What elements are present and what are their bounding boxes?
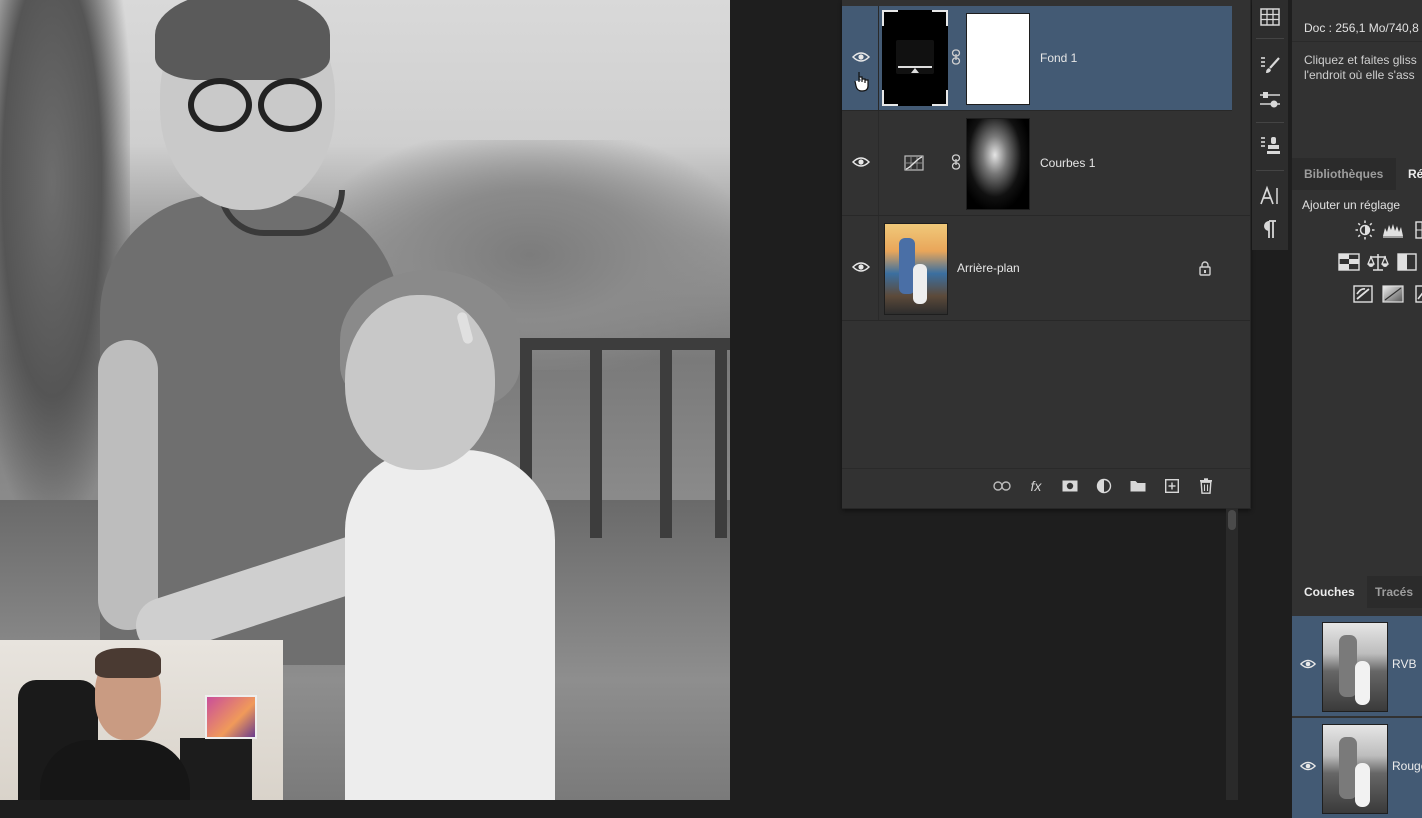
mask-icon[interactable]	[1060, 476, 1080, 496]
layer-name[interactable]: Fond 1	[1040, 51, 1077, 65]
brush-preset-icon[interactable]	[1258, 54, 1282, 78]
layers-list: Fond 1 Courbes 1 Arrière-plan	[842, 6, 1250, 321]
right-panel-dock: Doc : 256,1 Mo/740,8 Cliquez et faites g…	[1292, 0, 1422, 818]
scrollbar-thumb[interactable]	[1228, 510, 1236, 530]
channels-tab-bar: Couches Tracés	[1292, 576, 1422, 608]
channel-row-rouge[interactable]: Rouge	[1292, 718, 1422, 818]
exposure-icon[interactable]	[1338, 252, 1360, 272]
girl-shirt	[345, 450, 555, 800]
channel-thumbnail	[1322, 724, 1388, 814]
levels-icon[interactable]	[1382, 220, 1404, 240]
boy-arm	[98, 340, 158, 630]
visibility-separator	[878, 111, 879, 215]
paragraph-icon[interactable]	[1258, 217, 1282, 241]
bw-icon[interactable]	[1396, 252, 1418, 272]
visibility-eye-icon[interactable]	[850, 48, 872, 66]
tab-couches[interactable]: Couches	[1292, 576, 1367, 608]
visibility-eye-icon[interactable]	[1299, 759, 1318, 773]
chain-link-icon[interactable]	[950, 153, 962, 171]
folder-icon[interactable]	[1128, 476, 1148, 496]
new-layer-icon[interactable]	[1162, 476, 1182, 496]
trash-icon[interactable]	[1196, 476, 1216, 496]
color-balance-icon[interactable]	[1367, 252, 1389, 272]
visibility-separator	[878, 6, 879, 110]
layers-panel: Fond 1 Courbes 1 Arrière-plan fx	[842, 0, 1251, 509]
channel-name: RVB	[1392, 657, 1417, 671]
layer-mask-thumbnail[interactable]	[966, 13, 1030, 105]
curves-adjustment-icon[interactable]	[904, 153, 924, 173]
tool-hint-text: Cliquez et faites gliss l'endroit où ell…	[1304, 53, 1417, 82]
wall-art	[205, 695, 257, 739]
layer-name[interactable]: Arrière-plan	[957, 261, 1020, 275]
background-layer-thumbnail[interactable]	[884, 223, 948, 315]
selective-color-icon[interactable]	[1410, 284, 1422, 304]
libraries-tab-bar: Bibliothèques Ré	[1292, 158, 1422, 190]
visibility-separator	[878, 216, 879, 320]
layer-row-fond-1[interactable]: Fond 1	[842, 6, 1232, 111]
info-panel: Doc : 256,1 Mo/740,8 Cliquez et faites g…	[1292, 0, 1422, 155]
link-icon[interactable]	[992, 476, 1012, 496]
adjustment-icon[interactable]	[1094, 476, 1114, 496]
girl-face	[345, 295, 495, 470]
panel-tool-strip	[1252, 0, 1288, 250]
curves-icon[interactable]	[1410, 220, 1422, 240]
channel-name: Rouge	[1392, 759, 1422, 773]
panel-scrollbar[interactable]	[1226, 508, 1238, 800]
chain-link-icon[interactable]	[950, 48, 962, 66]
visibility-eye-icon[interactable]	[850, 258, 872, 276]
solid-fill-icon	[896, 40, 934, 74]
presenter-webcam	[0, 640, 283, 800]
presenter-hair	[95, 648, 161, 678]
layer-name[interactable]: Courbes 1	[1040, 156, 1095, 170]
invert-icon[interactable]	[1352, 284, 1374, 304]
info-divider	[1292, 41, 1422, 42]
hand-cursor-icon	[854, 70, 870, 92]
boy-hair	[155, 0, 330, 80]
shelf	[180, 738, 252, 800]
tab-reglages[interactable]: Ré	[1396, 158, 1422, 190]
brightness-icon[interactable]	[1354, 220, 1376, 240]
character-icon[interactable]	[1258, 184, 1282, 208]
layer-row-courbes-1[interactable]: Courbes 1	[842, 111, 1250, 216]
visibility-eye-icon[interactable]	[850, 153, 872, 171]
channels-list: RVB Rouge	[1292, 610, 1422, 818]
fx-icon[interactable]: fx	[1026, 476, 1046, 496]
layer-mask-thumbnail[interactable]	[966, 118, 1030, 210]
layer-row-arriere-plan[interactable]: Arrière-plan	[842, 216, 1250, 321]
visibility-eye-icon[interactable]	[1299, 657, 1318, 671]
gradient-map-icon[interactable]	[1382, 284, 1404, 304]
clone-source-icon[interactable]	[1258, 134, 1282, 158]
tab-bibliotheques[interactable]: Bibliothèques	[1292, 158, 1395, 190]
add-adjustment-label: Ajouter un réglage	[1302, 198, 1401, 212]
adjust-sliders-icon[interactable]	[1258, 88, 1282, 112]
table-icon[interactable]	[1258, 5, 1282, 29]
fill-layer-thumbnail[interactable]	[882, 10, 948, 106]
channel-row-rvb[interactable]: RVB	[1292, 616, 1422, 716]
doc-size-readout: Doc : 256,1 Mo/740,8	[1304, 21, 1419, 35]
presenter-body	[40, 740, 190, 800]
lock-icon[interactable]	[1198, 260, 1212, 276]
tab-traces[interactable]: Tracés	[1363, 576, 1422, 608]
layers-footer: fx	[842, 468, 1250, 502]
channel-thumbnail	[1322, 622, 1388, 712]
